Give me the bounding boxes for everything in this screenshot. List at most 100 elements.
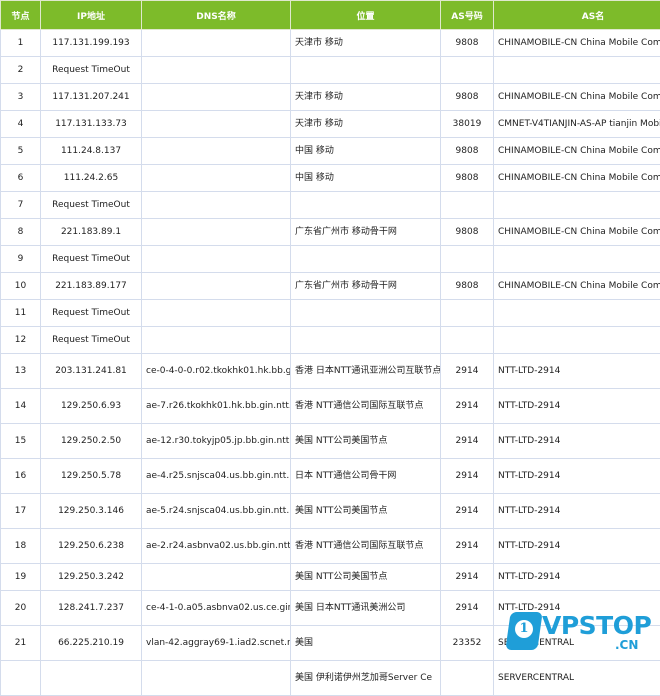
ip-cell: 117.131.199.193 — [41, 30, 142, 57]
hop-cell: 16 — [1, 459, 41, 494]
ip-cell: 111.24.8.137 — [41, 138, 142, 165]
ip-cell: 221.183.89.1 — [41, 219, 142, 246]
ip-cell: Request TimeOut — [41, 57, 142, 84]
hop-cell: 10 — [1, 273, 41, 300]
as-name-cell: CHINAMOBILE-CN China Mobile Communicatio… — [494, 138, 660, 165]
table-row: 12 Request TimeOut — [1, 327, 660, 354]
asn-cell: 9808 — [441, 138, 494, 165]
hop-cell: 21 — [1, 626, 41, 661]
hop-cell: 3 — [1, 84, 41, 111]
ip-cell: 203.131.241.81 — [41, 354, 142, 389]
as-name-cell — [494, 246, 660, 273]
dns-cell: ae-4.r25.snjsca04.us.bb.gin.ntt.net — [142, 459, 291, 494]
location-cell: 香港 日本NTT通讯亚洲公司互联节点 — [291, 354, 441, 389]
dns-cell — [142, 300, 291, 327]
hop-cell: 7 — [1, 192, 41, 219]
dns-cell — [142, 30, 291, 57]
as-name-cell: NTT-LTD-2914 — [494, 354, 660, 389]
dns-cell — [142, 111, 291, 138]
column-header-hop: 节点 — [1, 1, 41, 30]
table-row: 18 129.250.6.238 ae-2.r24.asbnva02.us.bb… — [1, 529, 660, 564]
asn-cell: 2914 — [441, 424, 494, 459]
dns-cell — [142, 84, 291, 111]
location-cell — [291, 300, 441, 327]
as-name-cell: NTT-LTD-2914 — [494, 389, 660, 424]
location-cell — [291, 192, 441, 219]
asn-cell: 38019 — [441, 111, 494, 138]
asn-cell: 2914 — [441, 529, 494, 564]
as-name-cell: CHINAMOBILE-CN China Mobile Communicatio… — [494, 30, 660, 57]
asn-cell: 9808 — [441, 165, 494, 192]
hop-cell: 5 — [1, 138, 41, 165]
asn-cell — [441, 300, 494, 327]
location-cell: 中国 移动 — [291, 138, 441, 165]
location-cell — [291, 246, 441, 273]
asn-cell: 2914 — [441, 354, 494, 389]
dns-cell — [142, 273, 291, 300]
dns-cell: vlan-42.aggray69-1.iad2.scnet.net — [142, 626, 291, 661]
ip-cell: Request TimeOut — [41, 246, 142, 273]
column-header-asn: AS号码 — [441, 1, 494, 30]
ip-cell: 111.24.2.65 — [41, 165, 142, 192]
table-row: 19 129.250.3.242 美国 NTT公司美国节点 2914 NTT-L… — [1, 564, 660, 591]
table-row: 美国 伊利诺伊州芝加哥Server Ce SERVERCENTRAL — [1, 661, 660, 696]
ip-cell: 129.250.3.146 — [41, 494, 142, 529]
asn-cell: 9808 — [441, 84, 494, 111]
location-cell: 美国 NTT公司美国节点 — [291, 424, 441, 459]
hop-cell: 11 — [1, 300, 41, 327]
as-name-cell: CHINAMOBILE-CN China Mobile Communicatio… — [494, 165, 660, 192]
table-header-row: 节点 IP地址 DNS名称 位置 AS号码 AS名 — [1, 1, 660, 30]
location-cell: 香港 NTT通信公司国际互联节点 — [291, 389, 441, 424]
ip-cell: 129.250.5.78 — [41, 459, 142, 494]
asn-cell: 2914 — [441, 591, 494, 626]
location-cell: 天津市 移动 — [291, 30, 441, 57]
dns-cell — [142, 165, 291, 192]
ip-cell: 129.250.6.238 — [41, 529, 142, 564]
as-name-cell — [494, 57, 660, 84]
dns-cell: ae-2.r24.asbnva02.us.bb.gin.ntt.net — [142, 529, 291, 564]
location-cell: 日本 NTT通信公司骨干网 — [291, 459, 441, 494]
as-name-cell: NTT-LTD-2914 — [494, 494, 660, 529]
location-cell — [291, 57, 441, 84]
location-cell: 美国 — [291, 626, 441, 661]
hop-cell — [1, 661, 41, 696]
location-cell: 天津市 移动 — [291, 111, 441, 138]
column-header-dns: DNS名称 — [142, 1, 291, 30]
asn-cell: 2914 — [441, 564, 494, 591]
table-row: 8 221.183.89.1 广东省广州市 移动骨干网 9808 CHINAMO… — [1, 219, 660, 246]
hop-cell: 6 — [1, 165, 41, 192]
ip-cell: 117.131.207.241 — [41, 84, 142, 111]
asn-cell — [441, 246, 494, 273]
table-row: 13 203.131.241.81 ce-0-4-0-0.r02.tkokhk0… — [1, 354, 660, 389]
asn-cell: 9808 — [441, 30, 494, 57]
hop-cell: 4 — [1, 111, 41, 138]
hop-cell: 18 — [1, 529, 41, 564]
hop-cell: 12 — [1, 327, 41, 354]
dns-cell: ae-7.r26.tkokhk01.hk.bb.gin.ntt.net — [142, 389, 291, 424]
as-name-cell: NTT-LTD-2914 — [494, 424, 660, 459]
dns-cell — [142, 246, 291, 273]
asn-cell — [441, 661, 494, 696]
as-name-cell: CHINAMOBILE-CN China Mobile Communicatio… — [494, 84, 660, 111]
ip-cell: Request TimeOut — [41, 327, 142, 354]
ip-cell: 129.250.3.242 — [41, 564, 142, 591]
hop-cell: 13 — [1, 354, 41, 389]
dns-cell — [142, 192, 291, 219]
column-header-as-name: AS名 — [494, 1, 660, 30]
watermark-badge-number: 1 — [515, 620, 533, 638]
table-row: 15 129.250.2.50 ae-12.r30.tokyjp05.jp.bb… — [1, 424, 660, 459]
location-cell: 香港 NTT通信公司国际互联节点 — [291, 529, 441, 564]
table-row: 14 129.250.6.93 ae-7.r26.tkokhk01.hk.bb.… — [1, 389, 660, 424]
hop-cell: 8 — [1, 219, 41, 246]
watermark-brand-text: VPSTOP — [542, 612, 651, 640]
location-cell: 中国 移动 — [291, 165, 441, 192]
location-cell: 美国 伊利诺伊州芝加哥Server Ce — [291, 661, 441, 696]
location-cell: 广东省广州市 移动骨干网 — [291, 273, 441, 300]
table-row: 6 111.24.2.65 中国 移动 9808 CHINAMOBILE-CN … — [1, 165, 660, 192]
asn-cell: 23352 — [441, 626, 494, 661]
location-cell: 美国 NTT公司美国节点 — [291, 494, 441, 529]
table-row: 3 117.131.207.241 天津市 移动 9808 CHINAMOBIL… — [1, 84, 660, 111]
hop-cell: 14 — [1, 389, 41, 424]
asn-cell: 9808 — [441, 273, 494, 300]
dns-cell — [142, 138, 291, 165]
